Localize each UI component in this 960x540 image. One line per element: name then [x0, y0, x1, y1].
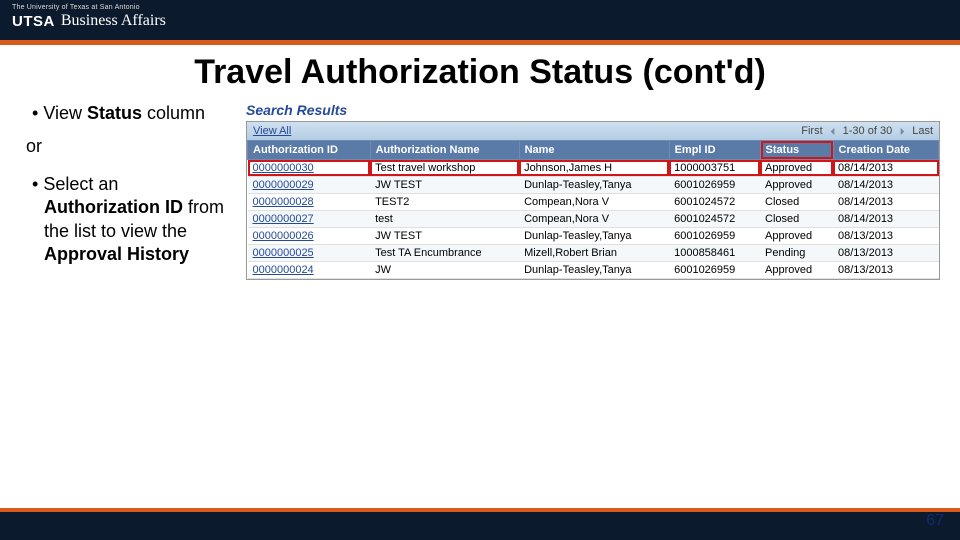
footer-dark-bar: [0, 512, 960, 540]
grid-pager: First 1-30 of 30 Last: [801, 125, 933, 137]
col-auth-name[interactable]: Authorization Name: [370, 141, 519, 160]
table-row: 0000000028 TEST2Compean,Nora V6001024572C…: [248, 194, 939, 211]
table-row: 0000000024 JWDunlap-Teasley,Tanya60010269…: [248, 262, 939, 279]
cell-auth-name: JW TEST: [370, 228, 519, 245]
bullet-or: or: [26, 135, 232, 158]
cell-creation: 08/14/2013: [833, 160, 939, 177]
results-grid: View All First 1-30 of 30 Last Authoriza…: [246, 121, 940, 280]
auth-id-link[interactable]: 0000000029: [253, 179, 314, 191]
cell-name: Dunlap-Teasley,Tanya: [519, 262, 669, 279]
cell-creation: 08/13/2013: [833, 262, 939, 279]
search-results-panel: Search Results View All First 1-30 of 30…: [246, 102, 940, 280]
cell-creation: 08/14/2013: [833, 194, 939, 211]
cell-empl-id: 6001026959: [669, 228, 760, 245]
chevron-right-icon[interactable]: [897, 126, 907, 136]
cell-auth-id[interactable]: 0000000024: [248, 262, 371, 279]
header-tagline: The University of Texas at San Antonio: [12, 4, 166, 11]
cell-auth-name: TEST2: [370, 194, 519, 211]
cell-empl-id: 6001024572: [669, 194, 760, 211]
table-row: 0000000025 Test TA EncumbranceMizell,Robe…: [248, 245, 939, 262]
header-logo: UTSA Business Affairs: [12, 12, 166, 30]
auth-id-link[interactable]: 0000000025: [253, 247, 314, 259]
logo-prefix: UTSA: [12, 13, 55, 30]
cell-creation: 08/13/2013: [833, 228, 939, 245]
cell-status: Approved: [760, 177, 833, 194]
slide-title: Travel Authorization Status (cont'd): [0, 53, 960, 92]
cell-creation: 08/13/2013: [833, 245, 939, 262]
cell-name: Dunlap-Teasley,Tanya: [519, 228, 669, 245]
grid-toolbar: View All First 1-30 of 30 Last: [247, 122, 939, 140]
cell-auth-name: Test TA Encumbrance: [370, 245, 519, 262]
table-row: 0000000027 testCompean,Nora V6001024572Cl…: [248, 211, 939, 228]
cell-auth-id[interactable]: 0000000028: [248, 194, 371, 211]
cell-status: Approved: [760, 262, 833, 279]
cell-empl-id: 6001026959: [669, 177, 760, 194]
cell-name: Compean,Nora V: [519, 194, 669, 211]
view-all-link[interactable]: View All: [253, 125, 291, 137]
orange-divider: [0, 40, 960, 45]
auth-id-link[interactable]: 0000000024: [253, 264, 314, 276]
cell-auth-name: JW TEST: [370, 177, 519, 194]
cell-empl-id: 1000858461: [669, 245, 760, 262]
pager-range: 1-30 of 30: [843, 125, 893, 137]
cell-creation: 08/14/2013: [833, 177, 939, 194]
auth-id-link[interactable]: 0000000030: [253, 162, 314, 174]
col-auth-id[interactable]: Authorization ID: [248, 141, 371, 160]
content-row: • View Status column or • Select an Auth…: [0, 102, 960, 280]
auth-id-link[interactable]: 0000000026: [253, 230, 314, 242]
logo-suffix: Business Affairs: [61, 12, 166, 30]
cell-auth-name: JW: [370, 262, 519, 279]
cell-auth-id[interactable]: 0000000027: [248, 211, 371, 228]
cell-auth-name: test: [370, 211, 519, 228]
auth-id-link[interactable]: 0000000028: [253, 196, 314, 208]
cell-name: Compean,Nora V: [519, 211, 669, 228]
cell-name: Mizell,Robert Brian: [519, 245, 669, 262]
cell-name: Johnson,James H: [519, 160, 669, 177]
cell-status: Closed: [760, 211, 833, 228]
cell-auth-id[interactable]: 0000000030: [248, 160, 371, 177]
slide-footer: 67: [0, 508, 960, 540]
col-status[interactable]: Status: [760, 141, 833, 160]
cell-status: Approved: [760, 228, 833, 245]
col-name[interactable]: Name: [519, 141, 669, 160]
page-number: 67: [926, 512, 944, 530]
cell-name: Dunlap-Teasley,Tanya: [519, 177, 669, 194]
col-empl-id[interactable]: Empl ID: [669, 141, 760, 160]
cell-auth-id[interactable]: 0000000025: [248, 245, 371, 262]
pager-last[interactable]: Last: [912, 125, 933, 137]
col-creation[interactable]: Creation Date: [833, 141, 939, 160]
auth-id-link[interactable]: 0000000027: [253, 213, 314, 225]
table-row: 0000000030 Test travel workshopJohnson,Ja…: [248, 160, 939, 177]
cell-empl-id: 6001026959: [669, 262, 760, 279]
cell-auth-name: Test travel workshop: [370, 160, 519, 177]
search-results-heading: Search Results: [246, 102, 940, 118]
bullet-view-status: • View Status column: [32, 102, 232, 125]
pager-first[interactable]: First: [801, 125, 822, 137]
cell-status: Approved: [760, 160, 833, 177]
cell-auth-id[interactable]: 0000000026: [248, 228, 371, 245]
cell-empl-id: 6001024572: [669, 211, 760, 228]
slide-header: The University of Texas at San Antonio U…: [0, 0, 960, 40]
instruction-panel: • View Status column or • Select an Auth…: [32, 102, 232, 280]
results-table: Authorization ID Authorization Name Name…: [247, 140, 939, 279]
cell-auth-id[interactable]: 0000000029: [248, 177, 371, 194]
table-row: 0000000026 JW TESTDunlap-Teasley,Tanya600…: [248, 228, 939, 245]
chevron-left-icon[interactable]: [828, 126, 838, 136]
cell-status: Pending: [760, 245, 833, 262]
bullet-select-auth: • Select an Authorization ID from the li…: [32, 173, 232, 267]
table-row: 0000000029 JW TESTDunlap-Teasley,Tanya600…: [248, 177, 939, 194]
cell-empl-id: 1000003751: [669, 160, 760, 177]
cell-status: Closed: [760, 194, 833, 211]
cell-creation: 08/14/2013: [833, 211, 939, 228]
